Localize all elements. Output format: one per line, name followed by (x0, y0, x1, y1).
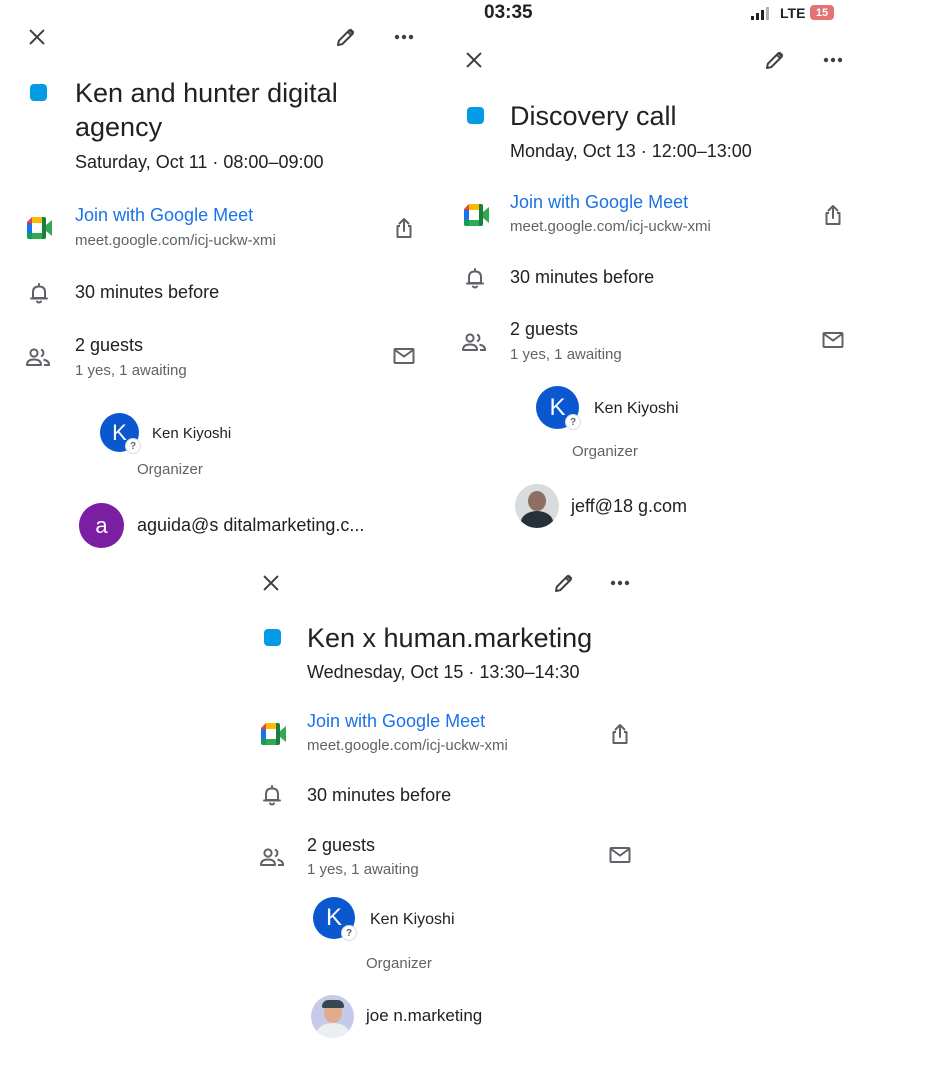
reminder-text: 30 minutes before (307, 785, 452, 805)
event-title: Ken x human.marketing (307, 623, 593, 653)
battery-icon: 15 (810, 5, 834, 20)
more-icon[interactable] (392, 25, 416, 49)
meet-url: meet.google.com/icj-uckw-xmi (307, 737, 508, 754)
reminder-text: 30 minutes before (510, 267, 655, 287)
guest-email[interactable]: aguida@s ditalmarketing.c... (137, 515, 364, 536)
bell-icon (463, 266, 487, 290)
join-meet-link[interactable]: Join with Google Meet (510, 192, 688, 213)
edit-icon[interactable] (552, 571, 576, 595)
organizer-label: Organizer (366, 955, 432, 972)
avatar-initial: K (325, 904, 342, 931)
bell-icon (260, 783, 284, 807)
meet-url: meet.google.com/icj-uckw-xmi (75, 232, 276, 249)
signal-icon (751, 7, 773, 20)
event-color-square (467, 107, 484, 124)
organizer-name[interactable]: Ken Kiyoshi (594, 400, 679, 418)
avatar-initial: a (95, 512, 108, 538)
avatar-initial: K (549, 393, 566, 421)
event-panel-2: 03:35 LTE 15 Discovery call Monday, Oct … (445, 0, 926, 545)
close-icon[interactable] (260, 572, 282, 594)
more-icon[interactable] (608, 571, 632, 595)
join-meet-link[interactable]: Join with Google Meet (307, 711, 485, 732)
people-icon (259, 845, 285, 869)
event-title: Discovery call (510, 101, 677, 131)
share-icon[interactable] (821, 203, 845, 227)
avatar[interactable] (515, 484, 559, 528)
event-color-square (264, 629, 281, 646)
close-icon[interactable] (26, 26, 48, 48)
event-color-square (30, 84, 47, 101)
event-date-time: Saturday, Oct 11 · 08:00–09:00 (75, 152, 324, 172)
status-network: LTE (780, 5, 806, 21)
share-icon[interactable] (608, 722, 632, 746)
guest-count: 2 guests (75, 335, 144, 355)
avatar[interactable]: K ? (100, 413, 140, 453)
guest-status: 1 yes, 1 awaiting (75, 362, 187, 379)
edit-icon[interactable] (763, 48, 787, 72)
event-date-time: Wednesday, Oct 15 · 13:30–14:30 (307, 662, 580, 682)
people-icon (461, 330, 487, 354)
avatar[interactable]: a (79, 503, 124, 548)
edit-icon[interactable] (334, 25, 358, 49)
event-date-time: Monday, Oct 13 · 12:00–13:00 (510, 141, 752, 161)
guest-status: 1 yes, 1 awaiting (307, 861, 419, 878)
mail-icon[interactable] (392, 344, 416, 368)
status-time: 03:35 (484, 2, 533, 23)
avatar[interactable] (311, 995, 354, 1038)
awaiting-badge: ? (566, 415, 580, 429)
google-meet-icon (25, 216, 53, 240)
guest-count: 2 guests (307, 835, 376, 855)
meet-url: meet.google.com/icj-uckw-xmi (510, 218, 711, 235)
organizer-name[interactable]: Ken Kiyoshi (370, 911, 455, 929)
guest-status: 1 yes, 1 awaiting (510, 346, 622, 363)
mail-icon[interactable] (821, 328, 845, 352)
mail-icon[interactable] (608, 843, 632, 867)
organizer-label: Organizer (137, 461, 203, 478)
battery-level: 15 (815, 6, 829, 19)
organizer-label: Organizer (572, 443, 638, 460)
avatar[interactable]: K ? (313, 897, 356, 940)
google-meet-icon (259, 722, 287, 746)
avatar[interactable]: K ? (536, 386, 580, 429)
join-meet-link[interactable]: Join with Google Meet (75, 205, 253, 226)
organizer-name[interactable]: Ken Kiyoshi (152, 425, 231, 442)
event-panel-1: Ken and hunter digital agency Saturday, … (0, 0, 440, 555)
event-panel-3: Ken x human.marketing Wednesday, Oct 15 … (240, 545, 670, 1080)
share-icon[interactable] (392, 216, 416, 240)
guest-email[interactable]: joe n.marketing (366, 1006, 482, 1026)
event-title: Ken and hunter digital agency (75, 78, 338, 142)
more-icon[interactable] (821, 48, 845, 72)
bell-icon (27, 281, 51, 305)
google-meet-icon (462, 203, 490, 227)
avatar-initial: K (112, 419, 127, 445)
people-icon (25, 345, 51, 369)
close-icon[interactable] (463, 49, 485, 71)
guest-email[interactable]: jeff@18 g.com (571, 496, 687, 517)
guest-count: 2 guests (510, 319, 579, 339)
awaiting-badge: ? (342, 926, 356, 940)
reminder-text: 30 minutes before (75, 282, 220, 302)
awaiting-badge: ? (126, 439, 140, 453)
